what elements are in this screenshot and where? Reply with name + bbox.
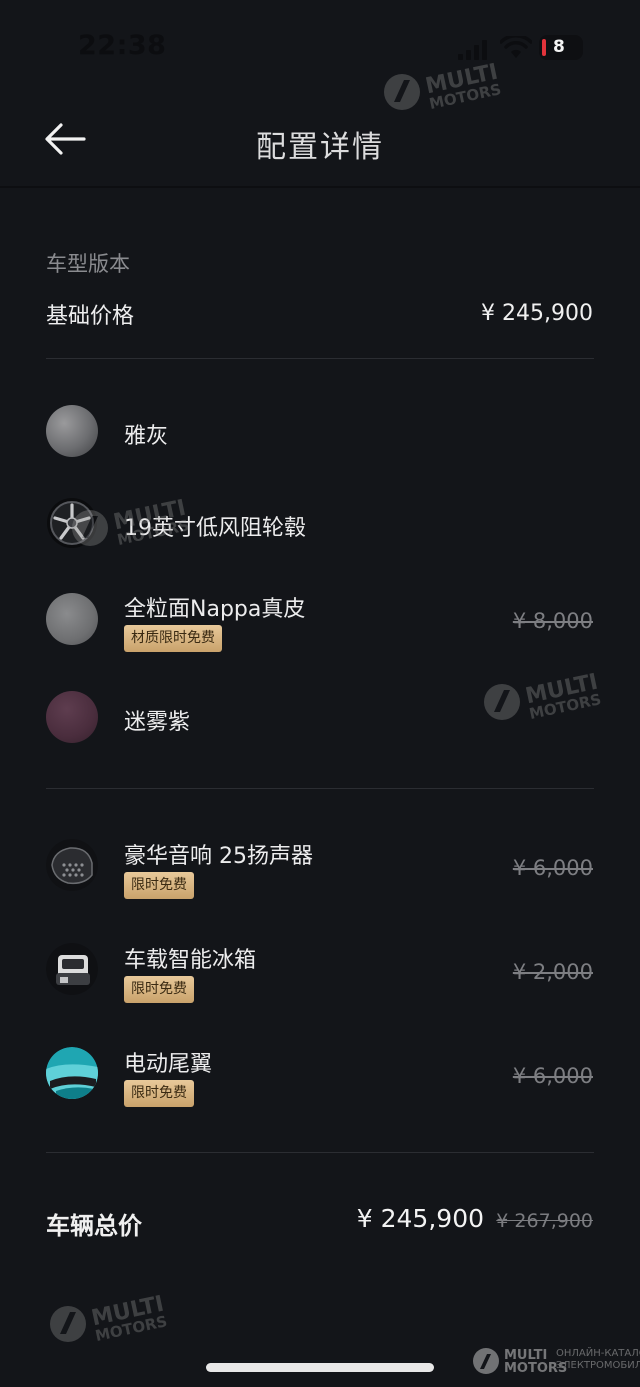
extra-row-fridge: 车载智能冰箱 限时免费 ¥ 2,000 [0, 930, 640, 1010]
extra-original-price: ¥ 2,000 [512, 960, 593, 984]
gray-paint-swatch-icon [46, 405, 98, 457]
watermark-logo: MULTI MOTORS [484, 670, 603, 723]
battery-level: 8 [553, 37, 565, 57]
option-name: 雅灰 [124, 424, 169, 449]
status-bar: 22:38 8 [0, 0, 640, 90]
nav-bar: 配置详情 [0, 92, 640, 187]
option-name: 全粒面Nappa真皮 [124, 597, 306, 622]
extra-name: 电动尾翼 [124, 1052, 213, 1077]
base-price-label: 基础价格 [46, 304, 135, 329]
nav-divider [0, 186, 640, 188]
section-divider [46, 1152, 594, 1153]
promo-badge: 限时免费 [124, 1080, 194, 1107]
promo-badge: 限时免费 [124, 976, 194, 1003]
watermark-brand-icon [473, 1348, 499, 1374]
extra-row-spoiler: 电动尾翼 限时免费 ¥ 6,000 [0, 1034, 640, 1114]
total-price: ¥ 245,900 [356, 1204, 484, 1233]
purple-swatch-icon [46, 691, 98, 743]
extra-name: 车载智能冰箱 [124, 948, 257, 973]
battery-icon: 8 [539, 35, 583, 60]
option-original-price: ¥ 8,000 [512, 609, 593, 633]
watermark-logo: MULTI MOTORS [50, 1292, 169, 1345]
watermark-logo: MULTI MOTORS [384, 60, 503, 113]
section-divider [46, 358, 594, 359]
extra-name: 豪华音响 25扬声器 [124, 844, 313, 869]
fridge-icon [46, 943, 98, 995]
extra-row-audio: 豪华音响 25扬声器 限时免费 ¥ 6,000 [0, 826, 640, 906]
extra-original-price: ¥ 6,000 [512, 856, 593, 880]
page-title: 配置详情 [256, 130, 384, 165]
promo-badge: 材质限时免费 [124, 625, 222, 652]
option-row-paint: 雅灰 [0, 390, 640, 470]
option-row-interior: 全粒面Nappa真皮 材质限时免费 ¥ 8,000 [0, 578, 640, 658]
option-name: 迷雾紫 [124, 710, 191, 735]
extra-original-price: ¥ 6,000 [512, 1064, 593, 1088]
section-divider [46, 788, 594, 789]
spoiler-icon [46, 1047, 98, 1099]
version-section-label: 车型版本 [46, 252, 130, 276]
total-original-price: ¥ 267,900 [496, 1210, 593, 1232]
promo-badge: 限时免费 [124, 872, 194, 899]
leather-swatch-icon [46, 593, 98, 645]
home-indicator[interactable] [206, 1363, 434, 1372]
base-price-value: ¥ 245,900 [481, 301, 593, 326]
speaker-icon [46, 839, 98, 891]
total-label: 车辆总价 [46, 1212, 142, 1240]
watermark-logo: MULTI MOTORS [72, 496, 191, 549]
status-time: 22:38 [78, 30, 167, 61]
watermark-brand-tagline: ОНЛАЙН-КАТАЛОГЭЛЕКТРОМОБИЛЕЙ [556, 1348, 640, 1371]
watermark-brand-footer: MULTIMOTORS ОНЛАЙН-КАТАЛОГЭЛЕКТРОМОБИЛЕЙ [472, 1345, 640, 1381]
